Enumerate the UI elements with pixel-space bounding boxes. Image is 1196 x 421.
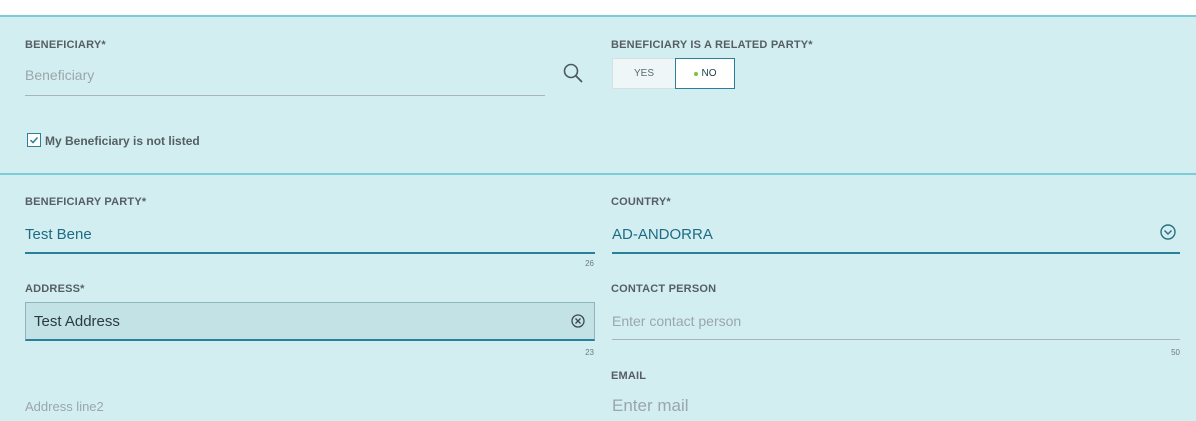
related-party-label: BENEFICIARY IS A RELATED PARTY* <box>611 39 813 51</box>
selected-dot-icon <box>693 71 698 76</box>
email-label: EMAIL <box>611 370 647 382</box>
country-select[interactable]: AD-ANDORRA <box>612 226 713 243</box>
beneficiary-input[interactable]: Beneficiary <box>25 67 94 83</box>
clear-circle-icon[interactable] <box>570 313 586 329</box>
top-band <box>0 0 1196 15</box>
not-listed-label: My Beneficiary is not listed <box>45 134 200 148</box>
beneficiary-underline <box>25 95 545 96</box>
toggle-option-no[interactable]: NO <box>675 58 735 89</box>
section-divider-mid <box>0 173 1196 175</box>
contact-person-underline <box>612 339 1180 340</box>
chevron-down-circle-icon[interactable] <box>1159 223 1177 241</box>
country-underline <box>612 252 1180 254</box>
search-icon[interactable] <box>562 62 584 84</box>
address-counter: 23 <box>585 348 594 357</box>
not-listed-checkbox[interactable] <box>27 133 41 147</box>
contact-person-label: CONTACT PERSON <box>611 283 717 295</box>
email-input[interactable]: Enter mail <box>612 396 689 416</box>
related-party-toggle: YES NO <box>612 58 735 89</box>
toggle-option-yes[interactable]: YES <box>613 59 675 88</box>
beneficiary-party-underline <box>25 252 595 254</box>
toggle-option-no-label: NO <box>701 68 717 79</box>
checkmark-icon <box>29 136 39 144</box>
section-divider-top <box>0 15 1196 17</box>
beneficiary-label: BENEFICIARY* <box>25 39 106 51</box>
contact-person-counter: 50 <box>1171 348 1180 357</box>
address-label: ADDRESS* <box>25 283 85 295</box>
beneficiary-party-label: BENEFICIARY PARTY* <box>25 196 147 208</box>
beneficiary-party-counter: 26 <box>585 259 594 268</box>
country-label: COUNTRY* <box>611 196 671 208</box>
contact-person-input[interactable]: Enter contact person <box>612 313 741 329</box>
address-input[interactable]: Test Address <box>34 313 120 330</box>
address-line2-input[interactable]: Address line2 <box>25 399 104 414</box>
beneficiary-party-input[interactable]: Test Bene <box>25 226 92 243</box>
